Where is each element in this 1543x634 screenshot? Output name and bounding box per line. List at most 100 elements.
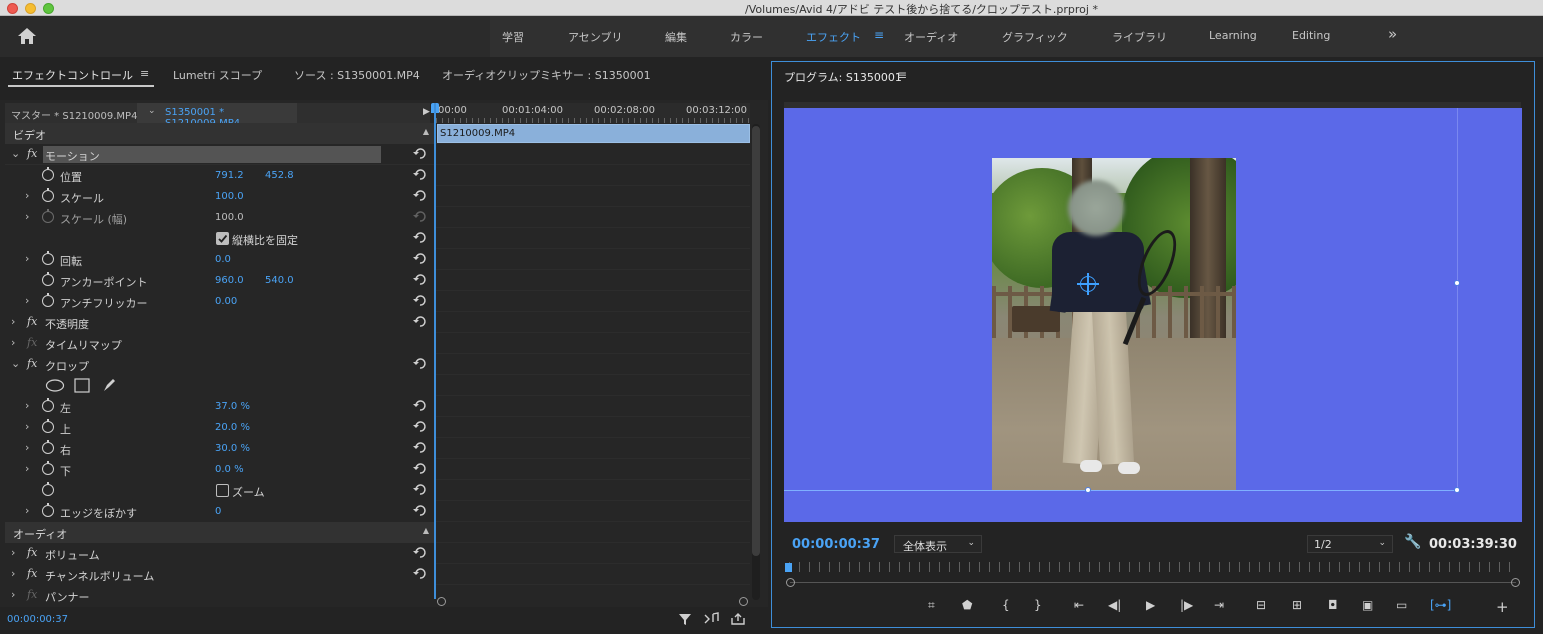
- crop-bottom-value[interactable]: 0.0 %: [215, 464, 244, 475]
- master-clip-label[interactable]: マスター * S1210009.MP4: [11, 107, 137, 122]
- workspace-tab-learning[interactable]: Learning: [1209, 29, 1257, 42]
- transform-handle[interactable]: [1454, 280, 1460, 286]
- zoom-scroll-right-knob[interactable]: [739, 597, 748, 606]
- effect-opacity[interactable]: › fx 不透明度: [5, 312, 435, 333]
- fx-icon[interactable]: fx: [27, 546, 37, 559]
- chevron-right-icon[interactable]: ›: [11, 588, 15, 601]
- tab-audio-clip-mixer[interactable]: オーディオクリップミキサー : S1350001: [442, 67, 651, 83]
- position-x-value[interactable]: 791.2: [215, 170, 244, 181]
- property-position[interactable]: 位置 791.2 452.8: [5, 165, 435, 186]
- marker-icon[interactable]: ⬟: [962, 598, 972, 612]
- home-icon[interactable]: [16, 26, 38, 46]
- workspace-tab-effects[interactable]: エフェクト: [806, 29, 861, 45]
- monitor-playhead[interactable]: [785, 563, 792, 572]
- fx-icon[interactable]: fx: [27, 147, 37, 160]
- zoom-level-dropdown[interactable]: 全体表示 ⌄: [894, 535, 982, 553]
- monitor-zoom-right-knob[interactable]: [1511, 578, 1520, 587]
- fx-icon[interactable]: fx: [27, 315, 37, 328]
- monitor-zoom-track[interactable]: [790, 582, 1516, 583]
- anti-flicker-value[interactable]: 0.00: [215, 296, 237, 307]
- mark-in-icon[interactable]: {: [1002, 598, 1010, 612]
- step-back-icon[interactable]: ◀|: [1108, 598, 1121, 612]
- filter-icon[interactable]: [678, 612, 692, 629]
- chevron-right-icon[interactable]: ›: [25, 294, 29, 307]
- reset-icon[interactable]: [413, 462, 427, 475]
- workspace-tab-learn[interactable]: 学習: [502, 29, 524, 45]
- reset-icon[interactable]: [413, 441, 427, 454]
- property-uniform-scale[interactable]: 縦横比を固定: [5, 228, 435, 249]
- play-triangle-icon[interactable]: ▶: [423, 107, 430, 117]
- collapse-triangle-icon[interactable]: ▲: [423, 526, 429, 535]
- scale-value[interactable]: 100.0: [215, 191, 244, 202]
- property-scale-width[interactable]: › スケール (幅) 100.0: [5, 207, 435, 228]
- reset-icon[interactable]: [413, 399, 427, 412]
- step-forward-icon[interactable]: |▶: [1180, 598, 1193, 612]
- chevron-right-icon[interactable]: ›: [25, 441, 29, 454]
- chevron-right-icon[interactable]: ›: [11, 336, 15, 349]
- stopwatch-icon[interactable]: [42, 503, 54, 517]
- crop-top-value[interactable]: 20.0 %: [215, 422, 250, 433]
- ellipse-mask-icon[interactable]: [45, 379, 65, 392]
- stopwatch-icon[interactable]: [42, 440, 54, 454]
- hamburger-menu-icon[interactable]: ≡: [874, 28, 884, 42]
- current-timecode[interactable]: 00:00:00:37: [7, 614, 68, 625]
- effect-motion[interactable]: ⌄ fx モーション: [5, 144, 435, 165]
- program-current-timecode[interactable]: 00:00:00:37: [792, 537, 880, 552]
- transform-handle[interactable]: [1454, 487, 1460, 493]
- reset-icon[interactable]: [413, 252, 427, 265]
- chevron-right-icon[interactable]: ›: [25, 462, 29, 475]
- tab-source[interactable]: ソース : S1350001.MP4: [294, 67, 420, 83]
- anchor-y-value[interactable]: 540.0: [265, 275, 294, 286]
- reset-icon[interactable]: [413, 294, 427, 307]
- playback-resolution-dropdown[interactable]: 1/2 ⌄: [1307, 535, 1393, 553]
- vertical-scrollbar-thumb[interactable]: [752, 126, 760, 556]
- position-y-value[interactable]: 452.8: [265, 170, 294, 181]
- workspace-tab-assembly[interactable]: アセンブリ: [568, 29, 622, 45]
- program-viewer[interactable]: [784, 108, 1522, 522]
- workspace-tab-libraries[interactable]: ライブラリ: [1112, 29, 1167, 45]
- crop-right-value[interactable]: 30.0 %: [215, 443, 250, 454]
- property-anti-flicker[interactable]: › アンチフリッカー 0.00: [5, 291, 435, 312]
- property-crop-right[interactable]: › 右 30.0 %: [5, 438, 435, 459]
- crop-left-value[interactable]: 37.0 %: [215, 401, 250, 412]
- video-section-header[interactable]: ビデオ ▲: [5, 123, 435, 144]
- workspace-tab-audio[interactable]: オーディオ: [904, 29, 958, 45]
- fx-icon[interactable]: fx: [27, 357, 37, 370]
- lift-icon[interactable]: ⊟: [1256, 598, 1266, 612]
- effect-channel-volume[interactable]: › fx チャンネルボリューム: [5, 564, 435, 585]
- transform-handle[interactable]: [1085, 487, 1091, 493]
- property-crop-bottom[interactable]: › 下 0.0 %: [5, 459, 435, 480]
- reset-icon[interactable]: [413, 357, 427, 370]
- audio-section-header[interactable]: オーディオ ▲: [5, 522, 435, 543]
- stopwatch-icon[interactable]: [42, 272, 54, 286]
- stopwatch-icon[interactable]: [42, 482, 54, 496]
- chevron-right-icon[interactable]: ›: [25, 252, 29, 265]
- stopwatch-icon[interactable]: [42, 461, 54, 475]
- pen-mask-icon[interactable]: [101, 377, 117, 393]
- anchor-point-crosshair-icon[interactable]: [1077, 273, 1099, 295]
- program-monitor-tab[interactable]: プログラム: S1350001: [784, 69, 902, 85]
- stopwatch-icon[interactable]: [42, 251, 54, 265]
- anchor-x-value[interactable]: 960.0: [215, 275, 244, 286]
- property-rotation[interactable]: › 回転 0.0: [5, 249, 435, 270]
- tab-lumetri-scopes[interactable]: Lumetri スコープ: [173, 67, 262, 83]
- workspace-tab-graphics[interactable]: グラフィック: [1002, 29, 1068, 45]
- chevron-right-icon[interactable]: ›: [25, 399, 29, 412]
- reset-icon[interactable]: [413, 504, 427, 517]
- reset-icon[interactable]: [413, 315, 427, 328]
- mini-timeline-ruler[interactable]: 00:00 00:01:04:00 00:02:08:00 00:03:12:0…: [436, 103, 750, 123]
- chevron-right-icon[interactable]: ›: [11, 567, 15, 580]
- property-crop-top[interactable]: › 上 20.0 %: [5, 417, 435, 438]
- timeline-clip[interactable]: S1210009.MP4: [437, 124, 750, 143]
- effect-time-remapping[interactable]: › fx タイムリマップ: [5, 333, 435, 354]
- chevron-right-icon[interactable]: ›: [11, 546, 15, 559]
- safe-margins-icon[interactable]: ▭: [1396, 598, 1407, 612]
- reset-icon[interactable]: [413, 231, 427, 244]
- workspace-tab-editing[interactable]: Editing: [1292, 29, 1330, 42]
- panel-menu-icon[interactable]: ≡: [140, 67, 149, 80]
- extract-icon[interactable]: ⊞: [1292, 598, 1302, 612]
- transform-bounding-box-edge[interactable]: [784, 490, 1458, 491]
- transform-bounding-box-edge[interactable]: [1457, 108, 1458, 490]
- button-editor-plus-icon[interactable]: +: [1496, 598, 1509, 616]
- settings-wrench-icon[interactable]: 🔧: [1404, 534, 1421, 550]
